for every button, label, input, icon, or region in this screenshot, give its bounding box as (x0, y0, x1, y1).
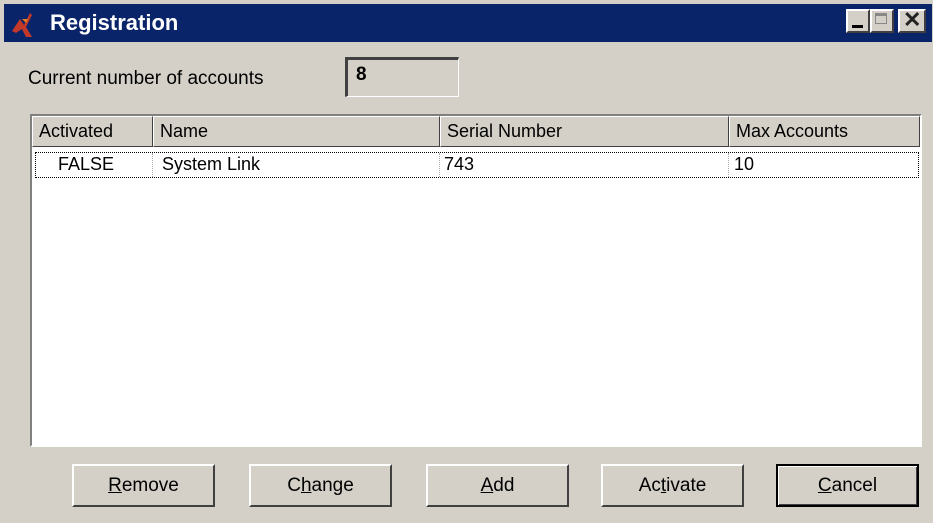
column-header-serial-number[interactable]: Serial Number (440, 116, 729, 147)
minimize-icon (852, 25, 863, 28)
column-separator (728, 153, 729, 177)
list-header: Activated Name Serial Number Max Account… (32, 116, 920, 147)
maximize-button (870, 9, 894, 33)
close-button[interactable]: ✕ (898, 7, 926, 33)
minimize-button[interactable] (846, 9, 870, 33)
cancel-button-label-post: ancel (831, 474, 878, 496)
registration-window: Registration ✕ Current number of account… (0, 0, 933, 523)
change-button[interactable]: Change (249, 464, 392, 507)
column-header-activated[interactable]: Activated (32, 116, 153, 147)
column-separator (439, 153, 440, 177)
add-button[interactable]: Add (426, 464, 569, 507)
column-header-max-accounts[interactable]: Max Accounts (729, 116, 920, 147)
accounts-count-field: 8 (345, 57, 459, 97)
accounts-list[interactable]: Activated Name Serial Number Max Account… (30, 114, 922, 447)
maximize-icon (875, 13, 887, 24)
remove-button-label-post: emove (121, 474, 179, 496)
activate-button-label-pre: Ac (638, 474, 661, 496)
cell-serial-number: 743 (444, 154, 475, 174)
cell-max-accounts: 10 (734, 154, 755, 174)
add-button-label-post: dd (493, 474, 515, 496)
window-title: Registration (50, 10, 179, 35)
activate-button-label-post: ivate (666, 474, 707, 496)
column-separator (152, 153, 153, 177)
cancel-button[interactable]: Cancel (776, 464, 919, 507)
change-button-label-post: ange (311, 474, 354, 496)
table-row[interactable]: FALSE System Link 743 10 (34, 151, 920, 179)
cell-name: System Link (162, 154, 261, 174)
add-button-accelerator: A (480, 474, 494, 496)
title-bar[interactable]: Registration ✕ (4, 4, 932, 42)
accounts-count-label: Current number of accounts (28, 68, 264, 89)
accounts-count-value: 8 (356, 64, 367, 85)
remove-button[interactable]: Remove (72, 464, 215, 507)
app-icon (12, 13, 32, 37)
cell-activated: FALSE (58, 154, 115, 174)
change-button-accelerator: h (300, 474, 312, 496)
column-header-name[interactable]: Name (153, 116, 440, 147)
close-icon: ✕ (903, 7, 922, 32)
cancel-button-accelerator: C (817, 474, 832, 496)
remove-button-accelerator: R (108, 474, 122, 496)
change-button-label-pre: C (287, 474, 301, 496)
activate-button[interactable]: Activate (601, 464, 744, 507)
